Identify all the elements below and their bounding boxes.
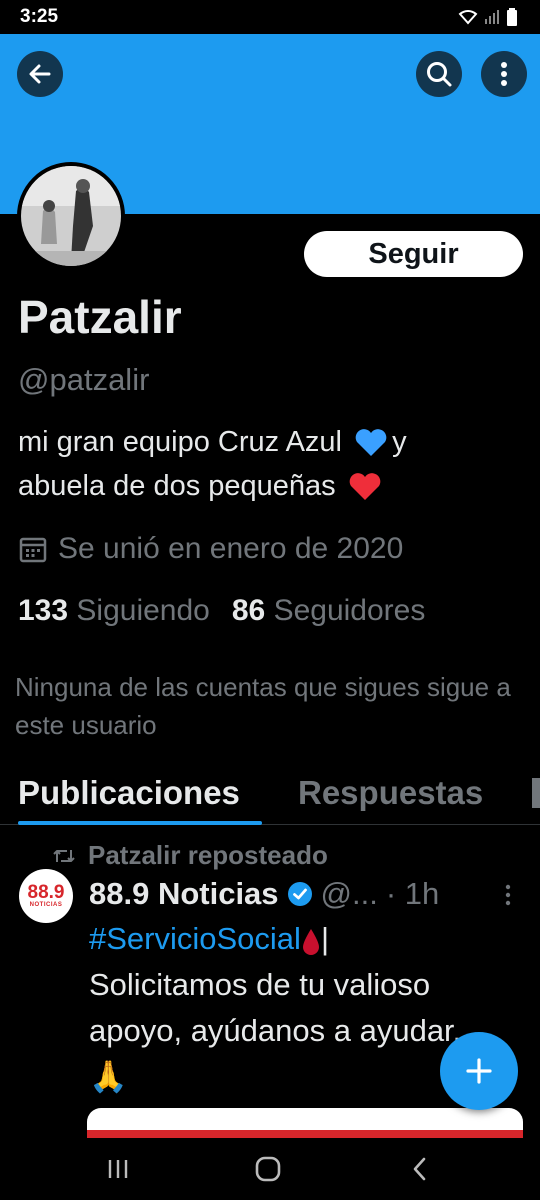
post-media-preview[interactable] — [87, 1108, 523, 1138]
compose-button[interactable] — [440, 1032, 518, 1110]
post-emoji: 🙏 — [89, 1059, 128, 1094]
joined-text: Se unió en enero de 2020 — [58, 532, 404, 565]
search-icon — [427, 62, 452, 87]
post-hashtag[interactable]: #ServicioSocial — [89, 921, 301, 956]
post-header: 88.9 Noticias @... · 1h — [89, 876, 439, 912]
recent-apps-icon — [108, 1160, 128, 1178]
profile-bio: mi gran equipo Cruz Azul y abuela de dos… — [18, 420, 523, 508]
bio-line1-end: y — [392, 426, 407, 458]
profile-handle: @patzalir — [18, 362, 150, 397]
profile-name: Patzalir — [18, 291, 182, 343]
signal-icon — [485, 10, 499, 24]
media-red-band — [87, 1130, 523, 1138]
following-count: 133 — [18, 594, 69, 627]
followers-link[interactable]: 86 Seguidores — [232, 594, 426, 628]
tab-next-partial[interactable] — [532, 778, 540, 808]
active-tab-indicator — [18, 821, 262, 825]
status-icons — [458, 8, 518, 26]
post-more-button[interactable] — [505, 884, 511, 911]
system-navigation-bar — [0, 1138, 540, 1200]
search-button[interactable] — [416, 51, 462, 97]
post-body: Solicitamos de tu valioso apoyo, ayúdano… — [89, 967, 462, 1048]
profile-tabs: Publicaciones Respuestas — [0, 768, 540, 825]
home-button[interactable] — [248, 1152, 288, 1186]
system-back-button[interactable] — [400, 1152, 440, 1186]
calendar-icon — [19, 537, 47, 563]
avatar-photo — [21, 166, 121, 266]
profile-avatar[interactable] — [17, 162, 125, 270]
post-author-name[interactable]: 88.9 Noticias — [89, 876, 279, 912]
avatar-logo-subtext: NOTICIAS — [29, 902, 63, 908]
more-options-button[interactable] — [481, 51, 527, 97]
repost-label: Patzalir reposteado — [88, 840, 328, 870]
chevron-left-icon — [413, 1157, 426, 1181]
wifi-icon — [458, 10, 478, 25]
tab-replies[interactable]: Respuestas — [298, 774, 483, 812]
followers-count: 86 — [231, 594, 266, 627]
recent-apps-button[interactable] — [98, 1152, 138, 1186]
status-time: 3:25 — [20, 6, 59, 27]
tab-posts[interactable]: Publicaciones — [18, 774, 240, 812]
following-label: Siguiendo — [76, 594, 210, 627]
post-time: · 1h — [385, 876, 440, 911]
more-vertical-icon — [505, 884, 511, 906]
repost-indicator: Patzalir reposteado — [52, 840, 328, 871]
follow-stats: 133 Siguiendo 86 Seguidores — [18, 594, 425, 628]
home-icon — [255, 1156, 281, 1182]
bio-line2: abuela de dos pequeñas — [18, 470, 336, 502]
back-arrow-icon — [29, 64, 51, 84]
mutual-followers-note: Ninguna de las cuentas que sigues sigue … — [15, 672, 511, 740]
post-separator: | — [320, 921, 329, 956]
followers-label: Seguidores — [273, 594, 426, 627]
post-author-handle: @... — [320, 876, 378, 911]
joined-date: Se unió en enero de 2020 — [18, 532, 403, 566]
blood-drop-icon — [302, 928, 319, 955]
blue-heart-icon — [355, 429, 387, 457]
battery-icon — [507, 8, 517, 26]
repost-icon — [53, 849, 75, 862]
follow-button[interactable]: Seguir — [304, 231, 523, 277]
back-button[interactable] — [17, 51, 63, 97]
more-vertical-icon — [501, 62, 507, 86]
compose-plus-icon — [466, 1058, 492, 1084]
following-link[interactable]: 133 Siguiendo — [18, 594, 210, 628]
verified-icon — [287, 882, 312, 906]
status-bar: 3:25 — [0, 0, 540, 34]
red-heart-icon — [349, 473, 381, 501]
avatar-logo-number: 88.9 — [27, 882, 65, 903]
bio-line1: mi gran equipo Cruz Azul — [18, 426, 342, 458]
post-author-avatar[interactable]: 88.9 NOTICIAS — [19, 869, 73, 923]
